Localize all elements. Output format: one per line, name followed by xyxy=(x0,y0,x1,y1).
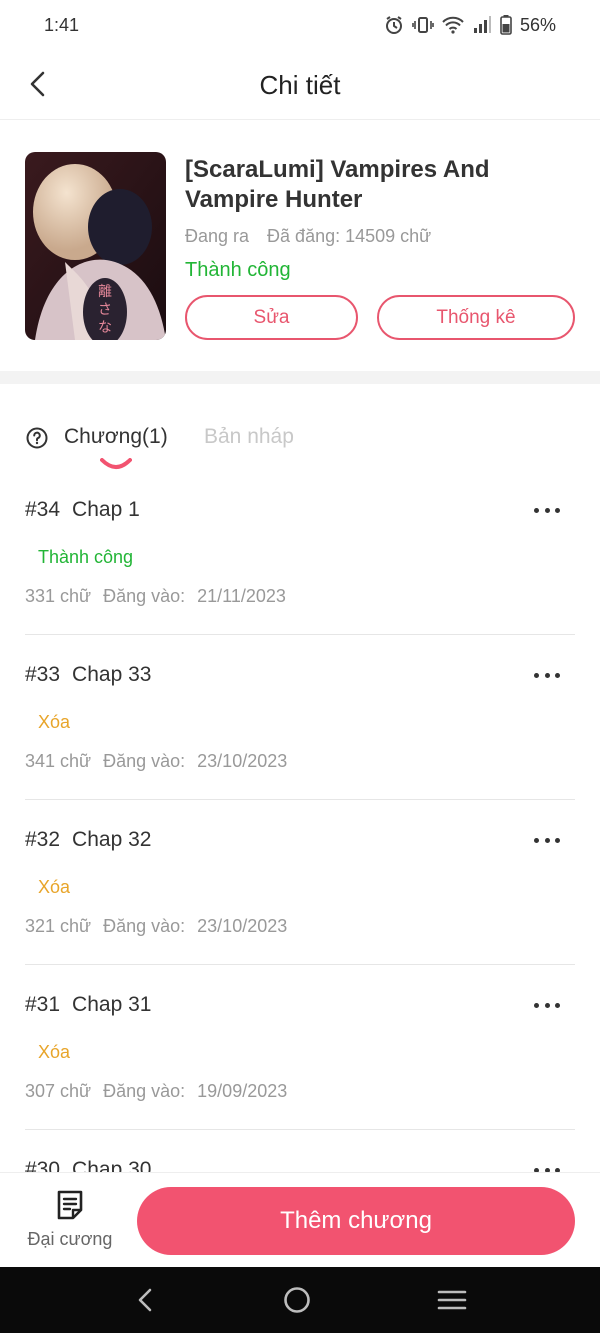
header: Chi tiết xyxy=(0,50,600,120)
chapter-status: Thành công xyxy=(38,547,134,567)
nav-home-icon[interactable] xyxy=(282,1285,312,1315)
chapter-row[interactable]: #32 Chap 32 Xóa 321 chữ Đăng vào: 23/10/202… xyxy=(25,800,575,965)
chapter-name: Chap 30 xyxy=(72,1158,152,1172)
section-divider xyxy=(0,371,600,384)
add-chapter-button[interactable]: Thêm chương xyxy=(137,1187,575,1255)
chapter-posted-label: Đăng vào: xyxy=(103,916,186,936)
chapter-meta: 307 chữ Đăng vào: 19/09/2023 xyxy=(25,1081,299,1102)
chapter-date: 21/11/2023 xyxy=(197,586,286,606)
edit-button[interactable]: Sửa xyxy=(185,295,358,340)
help-icon[interactable] xyxy=(25,426,49,450)
svg-text:な: な xyxy=(98,320,112,336)
alarm-icon xyxy=(385,16,402,34)
book-state: Đang ra xyxy=(185,226,250,246)
active-tab-indicator xyxy=(100,458,132,469)
chapter-title: #30 Chap 30 xyxy=(25,1158,151,1172)
page-title: Chi tiết xyxy=(259,70,341,100)
nav-menu-icon[interactable] xyxy=(437,1288,467,1312)
chapter-date: 19/09/2023 xyxy=(197,1081,288,1101)
chapter-title: #32 Chap 32 xyxy=(25,828,151,852)
chapter-tabs: Chương(1) Bản nháp xyxy=(25,420,585,470)
more-options-icon[interactable] xyxy=(534,663,560,687)
cover-art: 離 さ な xyxy=(25,152,166,340)
battery-icon xyxy=(500,15,512,35)
svg-text:離: 離 xyxy=(98,283,112,300)
outline-label: Đại cương xyxy=(27,1229,113,1249)
book-title: [ScaraLumi] Vampires And Vampire Hunter xyxy=(185,156,490,213)
signal-icon xyxy=(473,16,491,33)
status-icons: 56% xyxy=(384,15,556,36)
chapter-number: #31 xyxy=(25,993,61,1016)
chapter-posted-label: Đăng vào: xyxy=(103,586,186,606)
book-word-count: Đã đăng: 14509 chữ xyxy=(267,226,432,246)
book-meta: Đang ra Đã đăng: 14509 chữ xyxy=(185,226,431,247)
chapter-name: Chap 31 xyxy=(72,993,152,1016)
more-options-icon[interactable] xyxy=(534,498,560,522)
nav-back-icon[interactable] xyxy=(133,1286,157,1314)
more-options-icon[interactable] xyxy=(534,993,560,1017)
wifi-icon xyxy=(442,16,464,34)
chapter-posted-label: Đăng vào: xyxy=(103,1081,186,1101)
tab-drafts[interactable]: Bản nháp xyxy=(204,425,294,449)
chapter-words: 341 chữ xyxy=(25,751,92,771)
chapter-title: #34 Chap 1 xyxy=(25,498,140,522)
chapter-row[interactable]: #30 Chap 30 xyxy=(25,1130,575,1172)
outline-button[interactable]: Đại cương xyxy=(20,1189,120,1250)
chapter-title: #33 Chap 33 xyxy=(25,663,151,687)
tab-chapters[interactable]: Chương(1) xyxy=(64,425,168,449)
chapter-title: #31 Chap 31 xyxy=(25,993,151,1017)
more-options-icon[interactable] xyxy=(534,1158,560,1172)
chapter-name: Chap 32 xyxy=(72,828,152,851)
chapter-status: Xóa xyxy=(38,877,71,897)
chapter-status: Xóa xyxy=(38,712,71,732)
vibrate-icon xyxy=(412,17,434,33)
more-options-icon[interactable] xyxy=(534,828,560,852)
chapter-number: #33 xyxy=(25,663,61,686)
book-status: Thành công xyxy=(185,259,291,281)
chapter-list: #34 Chap 1 Thành công 331 chữ Đăng vào: 21/… xyxy=(0,470,600,1172)
chapter-posted-label: Đăng vào: xyxy=(103,751,186,771)
chapter-date: 23/10/2023 xyxy=(197,916,288,936)
status-bar: 1:41 56% xyxy=(0,0,600,50)
system-nav-bar xyxy=(0,1267,600,1333)
chapter-row[interactable]: #31 Chap 31 Xóa 307 chữ Đăng vào: 19/09/202… xyxy=(25,965,575,1130)
chapter-number: #30 xyxy=(25,1158,61,1172)
status-time: 1:41 xyxy=(44,14,80,35)
book-cover[interactable]: 離 さ な xyxy=(25,152,166,340)
chapter-name: Chap 1 xyxy=(72,498,140,521)
chapter-date: 23/10/2023 xyxy=(197,751,288,771)
battery-percent: 56% xyxy=(519,14,556,35)
bottom-action-bar: Đại cương Thêm chương xyxy=(0,1172,600,1267)
chapter-words: 307 chữ xyxy=(25,1081,92,1101)
chapter-meta: 341 chữ Đăng vào: 23/10/2023 xyxy=(25,751,299,772)
book-info: 離 さ な [ScaraLumi] Vampires And Vampire H… xyxy=(25,152,585,342)
statistics-button[interactable]: Thống kê xyxy=(377,295,575,340)
chapter-words: 321 chữ xyxy=(25,916,92,936)
chapter-row[interactable]: #34 Chap 1 Thành công 331 chữ Đăng vào: 21/… xyxy=(25,470,575,635)
document-icon xyxy=(57,1190,83,1220)
chapter-words: 331 chữ xyxy=(25,586,92,606)
chapter-name: Chap 33 xyxy=(72,663,152,686)
chapter-meta: 331 chữ Đăng vào: 21/11/2023 xyxy=(25,586,298,607)
chapter-number: #34 xyxy=(25,498,61,521)
chapter-number: #32 xyxy=(25,828,61,851)
svg-text:さ: さ xyxy=(98,302,112,318)
chapter-status: Xóa xyxy=(38,1042,71,1062)
chapter-row[interactable]: #33 Chap 33 Xóa 341 chữ Đăng vào: 23/10/202… xyxy=(25,635,575,800)
chapter-meta: 321 chữ Đăng vào: 23/10/2023 xyxy=(25,916,299,937)
